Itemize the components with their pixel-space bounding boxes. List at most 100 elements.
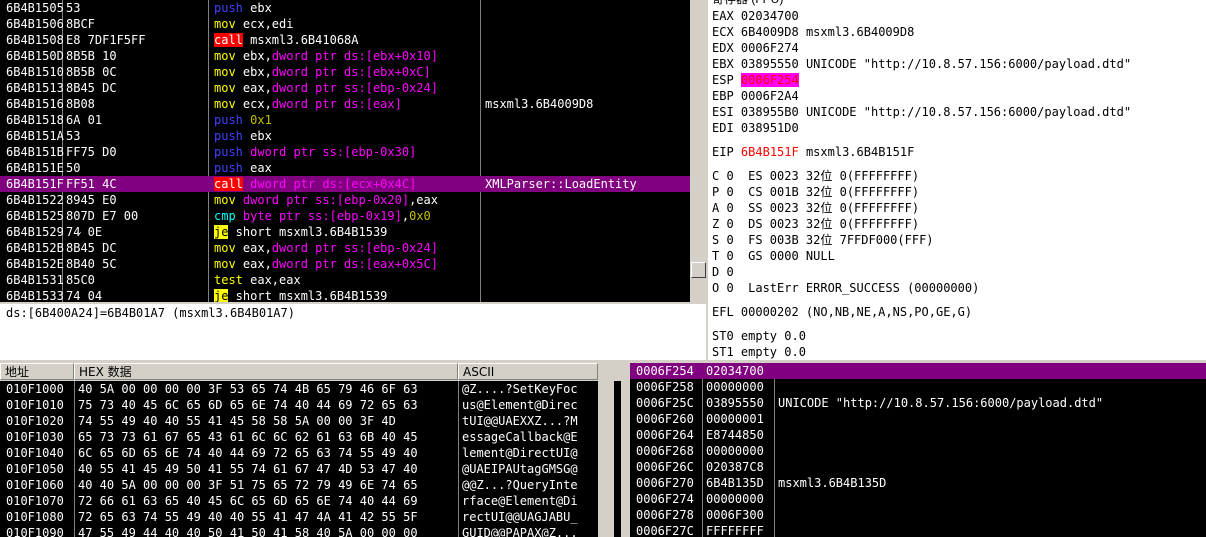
register-edi[interactable]: EDI 038951D0 [712, 120, 806, 136]
stack-row[interactable]: 0006F27C FFFFFFFF [630, 523, 1206, 537]
stack-address: 0006F258 [636, 380, 694, 394]
instruction-operand: ,eax [409, 193, 438, 207]
disasm-row[interactable]: 6B4B151E 50 push eax [0, 160, 690, 176]
disasm-row[interactable]: 6B4B1505 53 push ebx [0, 0, 690, 16]
register-ebp[interactable]: EBP 0006F2A4 [712, 88, 806, 104]
flag-segment-line[interactable]: T 0 GS 0000 NULL [712, 248, 835, 264]
register-comment: msxml3.6B4B151F [805, 145, 915, 159]
stack-row[interactable]: 0006F260 00000001 [630, 411, 1206, 427]
instruction-mnemonic: push [214, 1, 243, 15]
stack-row[interactable]: 0006F268 00000000 [630, 443, 1206, 459]
register-value[interactable]: 0006F2A4 [741, 89, 799, 103]
flag-segment-line[interactable]: O 0 LastErr ERROR_SUCCESS (00000000) [712, 280, 979, 296]
hex-dump-pane[interactable]: 010F1000 40 5A 00 00 00 00 3F 53 65 74 4B… [0, 381, 621, 537]
register-value[interactable]: 038955B0 [741, 105, 799, 119]
disasm-address: 6B4B1533 [6, 289, 64, 302]
flag-segment-line[interactable]: P 0 CS 001B 32位 0(FFFFFFFF) [712, 184, 919, 200]
stack-address: 0006F25C [636, 396, 694, 410]
register-name: ESP [712, 73, 734, 87]
register-name: EBX [712, 57, 734, 71]
instruction-operand: ebx, [235, 65, 272, 79]
disasm-hex: 8B40 5C [66, 257, 117, 271]
disasm-instruction: call dword ptr ds:[ecx+0x4C] [214, 176, 416, 192]
efl-register[interactable]: EFL 00000202 (NO,NB,NE,A,NS,PO,GE,G) [712, 304, 972, 320]
fpu-register[interactable]: ST0 empty 0.0 [712, 328, 806, 344]
register-value[interactable]: 6B4B151F [741, 145, 799, 159]
disasm-row[interactable]: 6B4B1508 E8 7DF1F5FF call msxml3.6B41068A [0, 32, 690, 48]
instruction-mnemonic: cmp [214, 209, 236, 223]
disasm-row[interactable]: 6B4B152E 8B40 5C mov eax,dword ptr ds:[eax… [0, 256, 690, 272]
disasm-row[interactable]: 6B4B1529 74 0E ⌄ je short msxml3.6B4B1539 [0, 224, 690, 240]
disasm-row[interactable]: 6B4B1513 8B45 DC mov eax,dword ptr ss:[ebp… [0, 80, 690, 96]
disasm-row[interactable]: 6B4B151B FF75 D0 push dword ptr ss:[ebp-0x… [0, 144, 690, 160]
register-value[interactable]: 02034700 [741, 9, 799, 23]
disasm-row[interactable]: 6B4B1518 6A 01 push 0x1 [0, 112, 690, 128]
instruction-operand: msxml3.6B41068A [242, 33, 359, 47]
stack-row[interactable]: 0006F258 00000000 [630, 379, 1206, 395]
stack-row[interactable]: 0006F26C 020387C8 [630, 459, 1206, 475]
scroll-thumb[interactable] [691, 262, 706, 278]
fpu-register[interactable]: ST1 empty 0.0 [712, 344, 806, 360]
stack-row[interactable]: 0006F278 0006F300 [630, 507, 1206, 523]
flag-segment-line[interactable]: Z 0 DS 0023 32位 0(FFFFFFFF) [712, 216, 919, 232]
stack-value: 020387C8 [706, 460, 764, 474]
stack-value: 00000001 [706, 412, 764, 426]
stack-address: 0006F260 [636, 412, 694, 426]
disasm-row[interactable]: 6B4B1533 74 04 je short msxml3.6B4B1539 [0, 288, 690, 302]
stack-row[interactable]: 0006F270 6B4B135D msxml3.6B4B135D [630, 475, 1206, 491]
register-value[interactable]: 6B4009D8 [741, 25, 799, 39]
stack-row[interactable]: 0006F25C 03895550 UNICODE "http://10.8.57.… [630, 395, 1206, 411]
stack-pane[interactable]: 0006F254 02034700 0006F258 00000000 0006F25C… [630, 363, 1206, 537]
instruction-operand: 0x0 [409, 209, 431, 223]
disasm-instruction: je short msxml3.6B4B1539 [214, 288, 387, 302]
disasm-row[interactable]: 6B4B1522 8945 E0 mov dword ptr ss:[ebp-0x2… [0, 192, 690, 208]
disasm-row[interactable]: 6B4B1516 8B08 mov ecx,dword ptr ds:[eax] ms… [0, 96, 690, 112]
hex-dump-scrollbar[interactable] [598, 381, 614, 537]
flag-segment-line[interactable]: C 0 ES 0023 32位 0(FFFFFFFF) [712, 168, 919, 184]
disasm-row[interactable]: 6B4B150D 8B5B 10 mov ebx,dword ptr ds:[ebx… [0, 48, 690, 64]
hex-bytes: 40 40 5A 00 00 00 3F 51 75 65 72 79 49 6… [78, 478, 418, 492]
instruction-operand: eax, [235, 241, 272, 255]
register-eip[interactable]: EIP 6B4B151F msxml3.6B4B151F [712, 144, 914, 160]
register-value[interactable]: 0006F274 [741, 41, 799, 55]
flag-segment-line[interactable]: D 0 [712, 264, 734, 280]
disassembly-scrollbar[interactable] [690, 0, 706, 302]
register-ebx[interactable]: EBX 03895550 UNICODE "http://10.8.57.156… [712, 56, 1131, 72]
disasm-row[interactable]: 6B4B1525 807D E7 00 cmp byte ptr ss:[ebp-0… [0, 208, 690, 224]
disasm-row[interactable]: 6B4B151F FF51 4C call dword ptr ds:[ecx+0x… [0, 176, 690, 192]
disasm-row[interactable]: 6B4B1531 85C0 test eax,eax [0, 272, 690, 288]
disasm-row[interactable]: 6B4B1510 8B5B 0C mov ebx,dword ptr ds:[ebx… [0, 64, 690, 80]
disasm-row[interactable]: 6B4B1506 8BCF mov ecx,edi [0, 16, 690, 32]
instruction-operand: eax, [235, 81, 272, 95]
register-value[interactable]: 0006F254 [740, 73, 799, 87]
disasm-row[interactable]: 6B4B151A 53 push ebx [0, 128, 690, 144]
disasm-address: 6B4B151A [6, 129, 64, 143]
stack-row[interactable]: 0006F254 02034700 [630, 363, 1206, 379]
header-hex-data[interactable]: HEX 数据 [74, 363, 458, 380]
disasm-row[interactable]: 6B4B152B 8B45 DC mov eax,dword ptr ss:[ebp… [0, 240, 690, 256]
register-value[interactable]: 038951D0 [741, 121, 799, 135]
stack-row[interactable]: 0006F274 00000000 [630, 491, 1206, 507]
disasm-instruction: mov ecx,edi [214, 16, 293, 32]
instruction-operand: dword ptr ss:[ebp-0x24] [271, 81, 438, 95]
hex-address: 010F1000 [6, 382, 64, 396]
register-eax[interactable]: EAX 02034700 [712, 8, 806, 24]
header-address[interactable]: 地址 [0, 363, 74, 380]
instruction-mnemonic: call [214, 177, 243, 191]
instruction-operand: dword ptr ss:[ebp-0x24] [271, 241, 438, 255]
flag-segment-line[interactable]: S 0 FS 003B 32位 7FFDF000(FFF) [712, 232, 934, 248]
hex-address: 010F1050 [6, 462, 64, 476]
header-ascii[interactable]: ASCII [458, 363, 598, 380]
instruction-mnemonic: mov [214, 241, 236, 255]
register-value[interactable]: 03895550 [741, 57, 799, 71]
register-ecx[interactable]: ECX 6B4009D8 msxml3.6B4009D8 [712, 24, 914, 40]
registers-pane[interactable]: 寄存器 (FPU)EAX 02034700 ECX 6B4009D8 msxml… [708, 0, 1206, 360]
stack-row[interactable]: 0006F264 E8744850 [630, 427, 1206, 443]
register-edx[interactable]: EDX 0006F274 [712, 40, 806, 56]
hex-address: 010F1040 [6, 446, 64, 460]
register-esp[interactable]: ESP 0006F254 [712, 72, 806, 88]
flag-segment-line[interactable]: A 0 SS 0023 32位 0(FFFFFFFF) [712, 200, 919, 216]
stack-value: 6B4B135D [706, 476, 764, 490]
register-esi[interactable]: ESI 038955B0 UNICODE "http://10.8.57.156… [712, 104, 1131, 120]
disassembly-pane[interactable]: 6B4B1505 53 push ebx 6B4B1506 8BCF mov ecx,ed… [0, 0, 690, 302]
